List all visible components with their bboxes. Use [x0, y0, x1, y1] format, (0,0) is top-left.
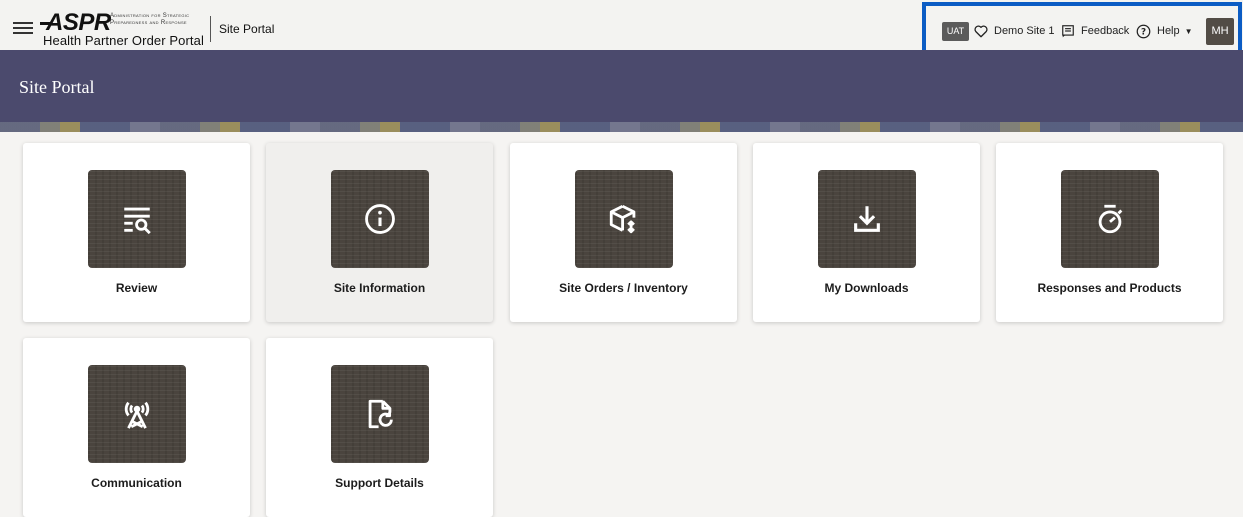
- page-title: Site Portal: [19, 77, 95, 97]
- my-downloads-tile: [818, 170, 916, 268]
- card-label: Review: [115, 281, 158, 295]
- user-avatar[interactable]: MH: [1206, 18, 1234, 45]
- feedback-button[interactable]: Feedback: [1061, 21, 1129, 41]
- responses-tile: [1061, 170, 1159, 268]
- communication-tile: [88, 365, 186, 463]
- timer-icon: [1098, 204, 1123, 234]
- card-label: Site Information: [333, 281, 426, 295]
- feedback-icon: [1062, 25, 1074, 38]
- document-refresh-icon: [368, 399, 393, 429]
- card-responses-and-products[interactable]: Responses and Products: [996, 143, 1223, 322]
- card-communication[interactable]: Communication: [23, 338, 250, 517]
- feedback-label: Feedback: [1081, 25, 1130, 37]
- page-banner: Site Portal: [0, 50, 1243, 132]
- card-review[interactable]: Review: [23, 143, 250, 322]
- aspr-logo[interactable]: ASPR Administration for Strategic Prepar…: [40, 9, 206, 48]
- broadcast-tower-icon: [124, 401, 150, 429]
- card-support-details[interactable]: Support Details: [266, 338, 493, 517]
- box-inventory-icon: [609, 204, 636, 234]
- card-label: Communication: [91, 476, 182, 490]
- card-my-downloads[interactable]: My Downloads: [753, 143, 980, 322]
- chevron-down-icon: ▼: [1184, 26, 1193, 36]
- card-site-information[interactable]: Site Information: [266, 143, 493, 322]
- logo-tagline: Administration for Strategic Preparednes…: [110, 13, 190, 26]
- banner-decoration: [0, 122, 1243, 132]
- help-label: Help: [1157, 25, 1180, 37]
- download-icon: [854, 206, 880, 232]
- svg-text:?: ?: [1141, 27, 1146, 37]
- heart-icon: [974, 25, 988, 37]
- support-details-tile: [331, 365, 429, 463]
- card-label: My Downloads: [824, 281, 909, 295]
- help-menu-button[interactable]: ? Help ▼: [1136, 21, 1193, 41]
- review-list-search-icon: [124, 207, 151, 235]
- help-icon: ?: [1136, 24, 1151, 38]
- header-divider: [210, 16, 211, 42]
- info-icon: [365, 204, 395, 234]
- menu-icon[interactable]: [13, 19, 33, 39]
- card-site-orders-inventory[interactable]: Site Orders / Inventory: [510, 143, 737, 322]
- site-orders-tile: [575, 170, 673, 268]
- card-label: Site Orders / Inventory: [559, 281, 688, 295]
- logo-wordmark: ASPR: [40, 9, 111, 36]
- logo-subtitle: Health Partner Order Portal: [43, 33, 204, 48]
- user-controls-highlight: UAT Demo Site 1 Feedback ? Help ▼ MH: [922, 2, 1242, 55]
- site-selector[interactable]: Demo Site 1: [974, 21, 1055, 41]
- environment-badge: UAT: [942, 22, 969, 41]
- card-label: Support Details: [335, 476, 424, 490]
- card-label: Responses and Products: [1037, 281, 1182, 295]
- site-name: Demo Site 1: [994, 25, 1055, 37]
- review-tile: [88, 170, 186, 268]
- app-name: Site Portal: [219, 22, 275, 36]
- site-information-tile: [331, 170, 429, 268]
